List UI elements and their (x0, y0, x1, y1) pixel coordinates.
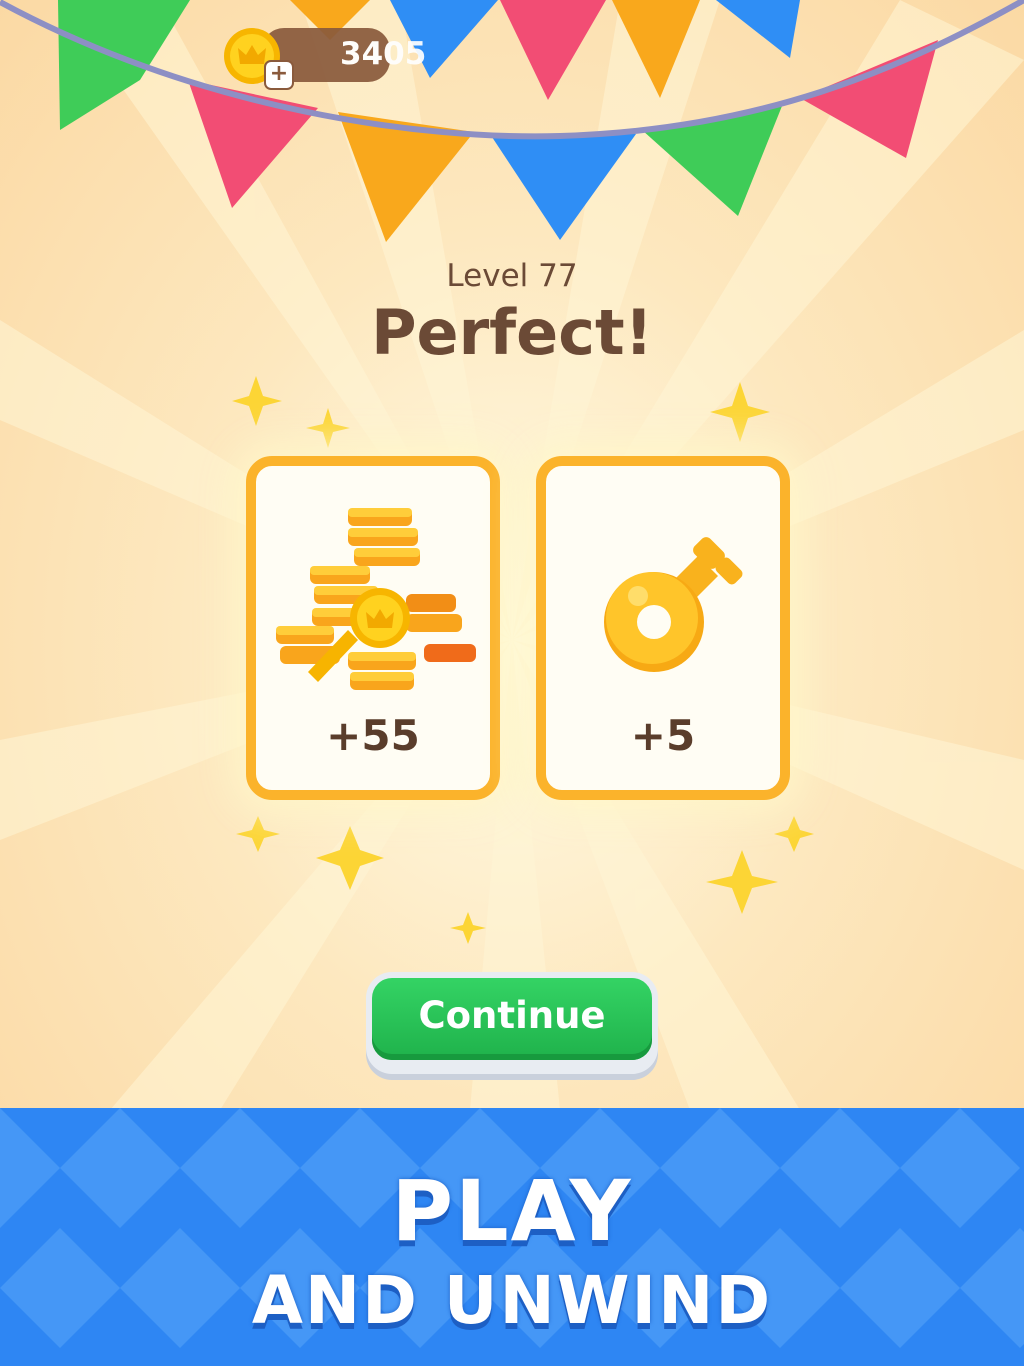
reward-amount-coins: +55 (326, 711, 420, 760)
reward-card-coins: +55 (246, 456, 500, 800)
promo-subheadline: AND UNWIND (251, 1262, 773, 1339)
result-title: Perfect! (371, 296, 653, 369)
continue-button-label: Continue (418, 994, 606, 1037)
reward-amount-keys: +5 (630, 711, 696, 760)
coin-balance: 3405 (340, 36, 427, 72)
reward-card-key: +5 (536, 456, 790, 800)
sparkle-stars (232, 376, 814, 944)
continue-button[interactable]: Continue (366, 972, 658, 1074)
promo-headline: PLAY (391, 1162, 633, 1260)
add-coins-button[interactable]: + (264, 60, 294, 90)
coin-counter[interactable]: 3405 + (222, 26, 426, 90)
level-label: Level 77 (446, 258, 578, 294)
celebration-background (0, 0, 1024, 1110)
